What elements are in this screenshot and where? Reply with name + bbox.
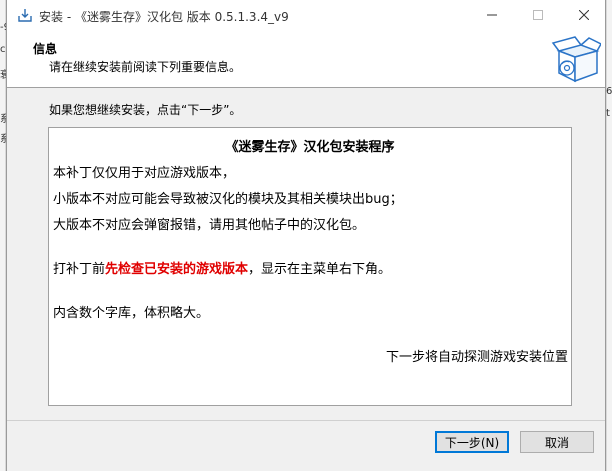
next-button[interactable]: 下一步(N)	[435, 431, 509, 453]
info-memo[interactable]: 《迷雾生存》汉化包安装程序 本补丁仅仅用于对应游戏版本， 小版本不对应可能会导致…	[48, 127, 572, 406]
window-title: 安装 - 《迷雾生存》汉化包 版本 0.5.1.3.4_v9	[39, 10, 289, 24]
wizard-header: 信息 请在继续安装前阅读下列重要信息。	[7, 31, 605, 88]
memo-text: 打补丁前	[53, 262, 106, 277]
minimize-button[interactable]	[469, 0, 515, 31]
footer-divider	[7, 420, 605, 421]
maximize-icon	[533, 9, 543, 23]
title-bar[interactable]: 安装 - 《迷雾生存》汉化包 版本 0.5.1.3.4_v9	[7, 0, 605, 31]
close-button[interactable]	[561, 0, 607, 31]
cancel-button[interactable]: 取消	[520, 431, 594, 453]
memo-line: 大版本不对应会弹窗报错，请用其他帖子中的汉化包。	[53, 218, 366, 233]
memo-line-right: 下一步将自动探测游戏安装位置	[385, 350, 568, 365]
installer-window: 安装 - 《迷雾生存》汉化包 版本 0.5.1.3.4_v9 信息 请在继续安装…	[6, 0, 606, 471]
background-window-right	[606, 0, 612, 471]
page-title: 信息	[33, 42, 58, 56]
memo-line: 内含数个字库，体积略大。	[53, 306, 210, 321]
page-subtitle: 请在继续安装前阅读下列重要信息。	[49, 60, 242, 74]
close-icon	[578, 9, 590, 23]
wizard-body: 如果您想继续安装，点击“下一步”。 《迷雾生存》汉化包安装程序 本补丁仅仅用于对…	[7, 88, 605, 420]
software-box-disc-icon	[551, 35, 603, 85]
minimize-icon	[487, 9, 497, 23]
memo-line: 小版本不对应可能会导致被汉化的模块及其相关模块出bug；	[53, 192, 403, 207]
maximize-button[interactable]	[515, 0, 561, 31]
background-text-fragment: 6	[606, 86, 612, 97]
memo-line: 本补丁仅仅用于对应游戏版本，	[53, 166, 236, 181]
memo-text: ，显示在主菜单右下角。	[248, 262, 392, 277]
memo-line-warning: 打补丁前先检查已安装的游戏版本，显示在主菜单右下角。	[53, 258, 391, 277]
memo-title: 《迷雾生存》汉化包安装程序	[225, 140, 395, 155]
background-text-fragment: t	[606, 108, 610, 119]
installer-box-icon	[17, 7, 33, 23]
intro-text: 如果您想继续安装，点击“下一步”。	[49, 103, 242, 117]
memo-warning-highlight: 先检查已安装的游戏版本	[105, 262, 249, 277]
